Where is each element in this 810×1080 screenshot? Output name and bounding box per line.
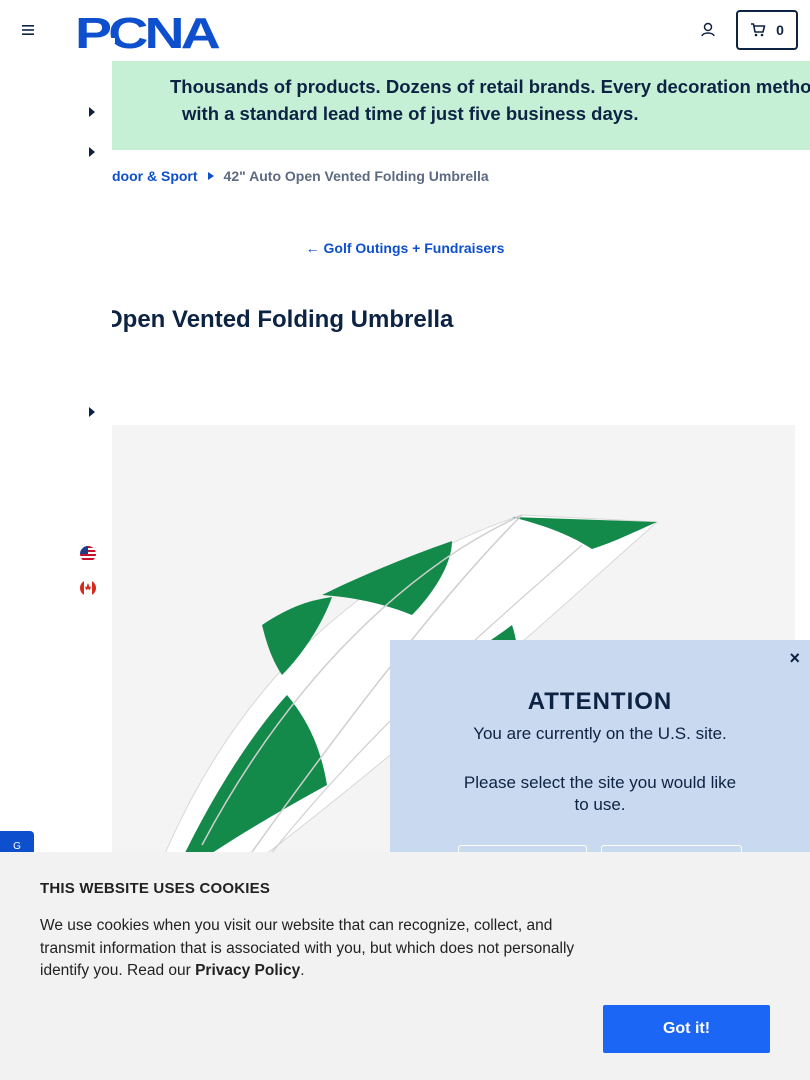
breadcrumb: door & Sport 42" Auto Open Vented Foldin… (112, 168, 489, 184)
chevron-right-icon (207, 172, 214, 180)
caret-right-icon[interactable] (88, 107, 96, 117)
modal-select-text: Please select the site you would like to… (463, 773, 737, 814)
cookie-banner: THIS WEBSITE USES COOKIES We use cookies… (0, 852, 810, 1080)
caret-right-icon[interactable] (88, 407, 96, 417)
modal-current-site-text: You are currently on the U.S. site. (473, 724, 727, 743)
us-flag-icon[interactable] (80, 546, 96, 562)
cookie-body-end: . (300, 962, 305, 979)
promo-banner: Thousands of products. Dozens of retail … (0, 61, 810, 150)
caret-right-icon[interactable] (88, 147, 96, 157)
close-icon[interactable]: × (789, 648, 800, 669)
canada-flag-icon[interactable] (80, 580, 96, 596)
cookie-body: We use cookies when you visit our websit… (40, 915, 610, 983)
site-header: PCNA 0 (0, 0, 810, 60)
cart-count: 0 (776, 22, 784, 38)
cookie-body-text: We use cookies when you visit our websit… (40, 917, 575, 979)
privacy-policy-link[interactable]: Privacy Policy (195, 962, 300, 979)
promo-line-1: Thousands of products. Dozens of retail … (170, 76, 810, 97)
promo-text: Thousands of products. Dozens of retail … (0, 73, 810, 127)
pcna-logo[interactable]: PCNA (75, 10, 225, 52)
accept-cookies-button[interactable]: Got it! (603, 1005, 770, 1053)
page: PCNA 0 Thousands of products. Dozens of … (0, 0, 810, 1080)
cart-button[interactable]: 0 (736, 10, 798, 50)
back-to-category-link[interactable]: ← Golf Outings + Fundraisers (0, 240, 810, 256)
svg-text:PCNA: PCNA (75, 10, 220, 52)
modal-title: ATTENTION (527, 688, 673, 715)
promo-line-2: with a standard lead time of just five b… (182, 103, 639, 124)
breadcrumb-current: 42" Auto Open Vented Folding Umbrella (223, 168, 489, 184)
account-icon[interactable] (698, 20, 718, 40)
product-title: Open Vented Folding Umbrella (104, 306, 454, 333)
cart-icon (751, 23, 766, 37)
breadcrumb-parent-link[interactable]: door & Sport (112, 168, 198, 184)
menu-icon[interactable] (20, 22, 36, 38)
cookie-title: THIS WEBSITE USES COOKIES (40, 880, 271, 897)
chat-tab-label: G (13, 841, 21, 852)
